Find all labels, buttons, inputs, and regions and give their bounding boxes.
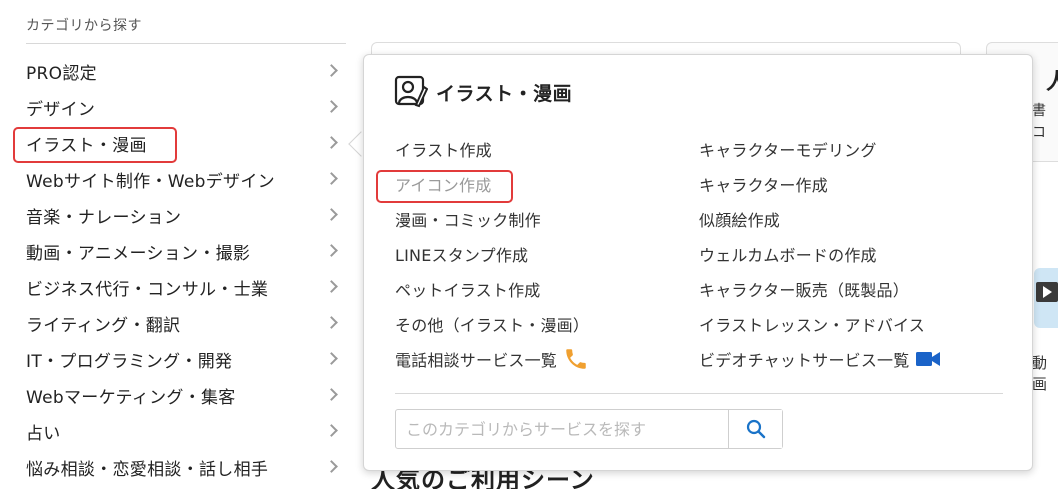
category-label: ビジネス代行・コンサル・士業 — [26, 279, 269, 300]
divider — [26, 43, 346, 44]
subcategory-link-character-modeling[interactable]: キャラクターモデリング — [699, 131, 941, 166]
chevron-right-icon — [325, 208, 338, 221]
subcategory-link-illustration[interactable]: イラスト作成 — [395, 131, 589, 166]
chevron-right-icon — [325, 64, 338, 77]
chevron-right-icon — [325, 352, 338, 365]
background-video-thumbnail — [1034, 268, 1058, 328]
search-icon — [746, 419, 765, 439]
phone-icon — [566, 348, 586, 369]
phone-service-label: 電話相談サービス一覧 — [395, 350, 558, 370]
subcategory-link-character-creation[interactable]: キャラクター作成 — [699, 166, 941, 201]
category-item-business[interactable]: ビジネス代行・コンサル・士業 — [26, 269, 346, 305]
category-header: カテゴリから探す — [26, 18, 142, 34]
chevron-right-icon — [325, 172, 338, 185]
background-text: 動画 — [1032, 354, 1048, 393]
panel-heading: イラスト・漫画 — [436, 82, 573, 105]
chevron-right-icon — [325, 280, 338, 293]
category-item-fortune[interactable]: 占い — [26, 413, 346, 449]
chevron-right-icon — [325, 316, 338, 329]
category-list: PRO認定 デザイン イラスト・漫画 Webサイト制作・Webデザイン 音楽・ナ… — [26, 53, 346, 485]
background-text: 書 — [1032, 103, 1046, 119]
subcategory-link-other[interactable]: その他（イラスト・漫画） — [395, 306, 589, 341]
subcategory-link-pet-illust[interactable]: ペットイラスト作成 — [395, 271, 589, 306]
video-camera-icon — [916, 351, 941, 366]
subcategory-link-line-stamp[interactable]: LINEスタンプ作成 — [395, 236, 589, 271]
play-icon — [1036, 282, 1058, 302]
category-label: 占い — [26, 423, 61, 444]
category-label: IT・プログラミング・開発 — [26, 351, 233, 372]
category-label: ライティング・翻訳 — [26, 315, 181, 336]
chevron-right-icon — [325, 460, 338, 473]
category-item-marketing[interactable]: Webマーケティング・集客 — [26, 377, 346, 413]
category-item-video[interactable]: 動画・アニメーション・撮影 — [26, 233, 346, 269]
category-label: 動画・アニメーション・撮影 — [26, 243, 251, 264]
category-item-web[interactable]: Webサイト制作・Webデザイン — [26, 161, 346, 197]
subcategory-link-icon[interactable]: アイコン作成 — [395, 166, 589, 201]
illustration-icon — [394, 75, 428, 108]
category-label: イラスト・漫画 — [26, 135, 147, 156]
category-item-design[interactable]: デザイン — [26, 89, 346, 125]
category-search — [395, 409, 783, 449]
subcategory-link-comic[interactable]: 漫画・コミック制作 — [395, 201, 589, 236]
chevron-right-icon — [325, 100, 338, 113]
background-text: コ — [1032, 125, 1046, 141]
background-text: 人 — [1046, 70, 1058, 95]
search-button[interactable] — [728, 410, 782, 448]
category-item-counseling[interactable]: 悩み相談・恋愛相談・話し相手 — [26, 449, 346, 485]
category-label: Webサイト制作・Webデザイン — [26, 171, 275, 192]
category-label: Webマーケティング・集客 — [26, 387, 236, 408]
category-label: 音楽・ナレーション — [26, 207, 182, 228]
category-item-illust[interactable]: イラスト・漫画 — [26, 125, 346, 161]
category-label: デザイン — [26, 99, 96, 120]
subcategory-popover: イラスト・漫画 イラスト作成 アイコン作成 漫画・コミック制作 LINEスタンプ… — [363, 54, 1033, 471]
video-chat-service-label: ビデオチャットサービス一覧 — [699, 350, 910, 370]
panel-title: イラスト・漫画 — [394, 75, 572, 109]
subcategory-link-illust-lesson[interactable]: イラストレッスン・アドバイス — [699, 306, 941, 341]
video-chat-service-link[interactable]: ビデオチャットサービス一覧 — [699, 341, 941, 376]
phone-service-link[interactable]: 電話相談サービス一覧 — [395, 341, 589, 376]
category-item-music[interactable]: 音楽・ナレーション — [26, 197, 346, 233]
category-item-writing[interactable]: ライティング・翻訳 — [26, 305, 346, 341]
category-item-pro[interactable]: PRO認定 — [26, 53, 346, 89]
category-label: 悩み相談・恋愛相談・話し相手 — [26, 459, 269, 480]
subcategory-list-left: イラスト作成 アイコン作成 漫画・コミック制作 LINEスタンプ作成 ペットイラ… — [395, 131, 589, 376]
subcategory-link-portrait[interactable]: 似顔絵作成 — [699, 201, 941, 236]
chevron-right-icon — [325, 244, 338, 257]
category-search-input[interactable] — [396, 410, 728, 448]
subcategory-link-character-sale[interactable]: キャラクター販売（既製品） — [699, 271, 941, 306]
chevron-right-icon — [325, 424, 338, 437]
category-label: PRO認定 — [26, 63, 97, 84]
category-item-it[interactable]: IT・プログラミング・開発 — [26, 341, 346, 377]
chevron-right-icon — [325, 388, 338, 401]
chevron-right-icon — [325, 136, 338, 149]
subcategory-list-right: キャラクターモデリング キャラクター作成 似顔絵作成 ウェルカムボードの作成 キ… — [699, 131, 941, 376]
subcategory-link-welcome-board[interactable]: ウェルカムボードの作成 — [699, 236, 941, 271]
divider — [395, 393, 1003, 394]
